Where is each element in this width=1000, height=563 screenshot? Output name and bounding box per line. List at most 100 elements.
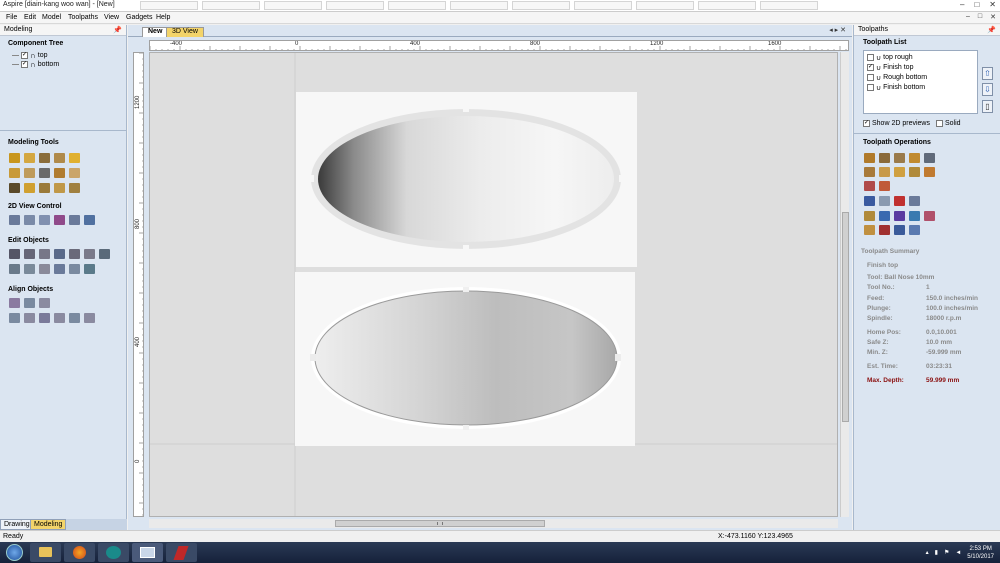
volume-icon[interactable]: ◄ [955,550,961,556]
explorer-taskbar-icon[interactable] [30,543,61,562]
space-vertical-icon[interactable] [84,313,95,323]
texture-toolpath-icon[interactable] [909,167,920,177]
2d-view-canvas[interactable] [149,52,838,517]
edit-toolpath-icon[interactable] [864,196,875,206]
minimize-button[interactable]: – [960,0,964,11]
reorder-icon[interactable] [909,211,920,221]
bake-icon[interactable] [69,183,80,193]
open-folder-icon[interactable] [69,153,80,163]
mdi-minimize-button[interactable]: – [966,13,970,21]
weave-icon[interactable] [54,153,65,163]
home-position-icon[interactable] [894,211,905,221]
tab-drawing[interactable]: Drawing [0,519,34,530]
menu-help[interactable]: Help [156,14,170,21]
list-item[interactable]: ∪ Rough bottom [867,73,927,82]
two-rail-sweep-icon[interactable] [39,153,50,163]
background-window-tab[interactable] [388,1,446,10]
aspire-taskbar-icon[interactable] [166,543,197,562]
clock[interactable]: 2:53 PM 5/10/2017 [967,545,994,561]
align-bottom-icon[interactable] [54,313,65,323]
window-taskbar-icon[interactable] [132,543,163,562]
moulding-toolpath-icon[interactable] [894,167,905,177]
scroll-thumb[interactable] [335,520,545,527]
tree-item-top[interactable]: ✓ ∩ top [12,51,47,60]
toolpath-checkbox[interactable] [867,74,874,81]
zoom-box-icon[interactable] [39,215,50,225]
zoom-out-icon[interactable] [54,215,65,225]
rotate-icon[interactable] [84,249,95,259]
toolpath-checkbox[interactable] [867,84,874,91]
toolpath-checkbox[interactable]: ✓ [867,64,874,71]
merge-toolpaths-icon[interactable] [879,211,890,221]
inlay-toolpath-icon[interactable] [879,167,890,177]
menu-model[interactable]: Model [42,14,61,21]
align-center-icon[interactable] [9,298,20,308]
flag-icon[interactable]: ⚑ [944,549,949,556]
menu-edit[interactable]: Edit [24,14,36,21]
menu-file[interactable]: File [6,14,17,21]
mirror-icon[interactable] [9,264,20,274]
background-window-tab[interactable] [760,1,818,10]
maximize-button[interactable]: □ [974,0,979,11]
fade-icon[interactable] [39,183,50,193]
fluting-toolpath-icon[interactable] [864,167,875,177]
delete-toolpath-button[interactable]: ▯ [982,100,993,113]
background-window-tab[interactable] [326,1,384,10]
background-window-tab[interactable] [574,1,632,10]
background-window-tab[interactable] [512,1,570,10]
tab-modeling[interactable]: Modeling [30,519,67,530]
preview-toolpaths-icon[interactable] [864,225,875,235]
profile-toolpath-icon[interactable] [864,153,875,163]
interactive-move-icon[interactable] [54,249,65,259]
start-button[interactable] [6,544,23,561]
show-2d-previews-option[interactable]: ✓ Show 2D previews [863,120,930,127]
firefox-taskbar-icon[interactable] [64,543,95,562]
solid-option[interactable]: Solid [935,120,961,127]
zoom-in-icon[interactable] [24,215,35,225]
toolpath-checkbox[interactable] [867,54,874,61]
extrude-icon[interactable] [24,153,35,163]
show-2d-previews-checkbox[interactable]: ✓ [863,120,870,127]
visibility-checkbox[interactable]: ✓ [21,52,28,59]
distort-icon[interactable] [24,264,35,274]
pocket-toolpath-icon[interactable] [879,153,890,163]
menu-gadgets[interactable]: Gadgets [126,14,152,21]
tray-expand-icon[interactable]: ▴ [926,549,929,556]
arduino-taskbar-icon[interactable] [98,543,129,562]
background-window-tab[interactable] [202,1,260,10]
roughing-toolpath-icon[interactable] [864,181,875,191]
background-window-tab[interactable] [264,1,322,10]
align-vertical-icon[interactable] [39,298,50,308]
sculpt-icon[interactable] [24,168,35,178]
prism-toolpath-icon[interactable] [924,153,935,163]
visibility-checkbox[interactable]: ✓ [21,61,28,68]
toolpath-tiling-icon[interactable] [924,211,935,221]
align-right-icon[interactable] [24,313,35,323]
transform-select-icon[interactable] [39,249,50,259]
select-icon[interactable] [9,249,20,259]
space-horizontal-icon[interactable] [69,313,80,323]
scale-icon[interactable] [69,249,80,259]
reset-preview-icon[interactable] [879,225,890,235]
vertical-scrollbar[interactable] [840,52,849,517]
summary-icon[interactable] [909,225,920,235]
background-window-tab[interactable] [698,1,756,10]
horizontal-scrollbar[interactable] [149,519,838,528]
material-setup-icon[interactable] [864,211,875,221]
view-layout-icon[interactable] [84,215,95,225]
texture-icon[interactable] [24,183,35,193]
move-down-button[interactable]: ⇩ [982,83,993,96]
view-tab-controls[interactable]: ◂ ▸ ✕ [829,26,846,34]
toolpath-template-icon[interactable] [879,196,890,206]
pin-icon[interactable]: 📌 [987,26,996,34]
list-item[interactable]: ∪ Finish bottom [867,83,925,92]
vcarve-toolpath-icon[interactable] [909,153,920,163]
network-icon[interactable]: ▮ [935,549,938,556]
pin-icon[interactable]: 📌 [113,26,122,34]
shape-icon[interactable] [69,168,80,178]
background-window-tab[interactable] [450,1,508,10]
list-item[interactable]: ✓ ∪ Finish top [867,63,913,72]
mdi-close-button[interactable]: ✕ [990,13,996,21]
solid-checkbox[interactable] [935,120,943,127]
create-shape-icon[interactable] [9,153,20,163]
